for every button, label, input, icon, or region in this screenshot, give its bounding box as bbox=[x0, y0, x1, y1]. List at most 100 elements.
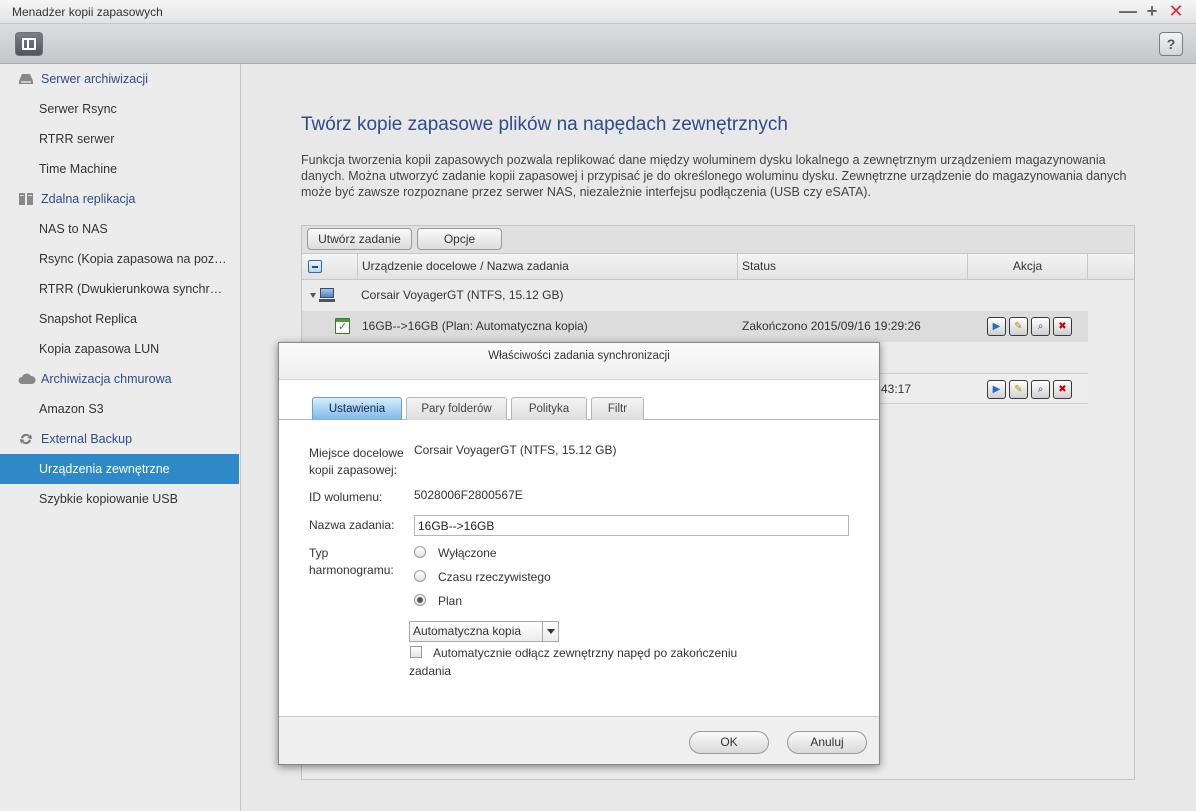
schedule-option-label: Plan bbox=[438, 594, 463, 608]
schedule-disabled-radio[interactable] bbox=[414, 546, 426, 558]
sidebar-item-external-devices[interactable]: Urządzenia zewnętrzne bbox=[0, 454, 239, 484]
server-icon bbox=[18, 72, 34, 86]
sidebar-item-label: Szybkie kopiowanie USB bbox=[39, 492, 178, 506]
sidebar-item-label: Kopia zapasowa LUN bbox=[39, 342, 160, 356]
sidebar-group-archive-server[interactable]: Serwer archiwizacji bbox=[0, 64, 239, 94]
sidebar-item-time-machine[interactable]: Time Machine bbox=[0, 154, 239, 184]
edit-icon[interactable]: ✎ bbox=[1009, 380, 1028, 399]
edit-icon[interactable]: ✎ bbox=[1009, 317, 1028, 336]
sidebar-group-external-backup[interactable]: External Backup bbox=[0, 424, 239, 454]
column-target[interactable]: Urządzenie docelowe / Nazwa zadania bbox=[358, 254, 738, 279]
device-name: Corsair VoyagerGT (NTFS, 15.12 GB) bbox=[361, 288, 564, 302]
cloud-icon bbox=[18, 372, 36, 386]
sidebar-group-label: Serwer archiwizacji bbox=[41, 72, 148, 86]
help-button[interactable]: ? bbox=[1159, 32, 1183, 56]
sidebar-item-usb-quick-copy[interactable]: Szybkie kopiowanie USB bbox=[0, 484, 239, 514]
sync-job-properties-dialog: Właściwości zadania synchronizacji Ustaw… bbox=[278, 342, 880, 765]
tab-settings[interactable]: Ustawienia bbox=[312, 397, 402, 420]
sidebar-item-label: Urządzenia zewnętrzne bbox=[39, 462, 170, 476]
sidebar-group-label: Zdalna replikacja bbox=[41, 192, 136, 206]
sidebar-item-rtrr[interactable]: RTRR (Dwukierunkowa synchronizacja) bbox=[0, 274, 239, 304]
options-button[interactable]: Opcje bbox=[417, 228, 502, 250]
plan-select[interactable]: Automatyczna kopia bbox=[409, 621, 559, 642]
sidebar-item-label: Serwer Rsync bbox=[39, 102, 117, 116]
schedule-option-label: Wyłączone bbox=[438, 546, 497, 560]
dialog-footer: OK Anuluj bbox=[279, 716, 879, 764]
sidebar-item-rsync[interactable]: Rsync (Kopia zapasowa na poziomie plików… bbox=[0, 244, 239, 274]
close-icon[interactable]: ✕ bbox=[1167, 2, 1185, 20]
sync-icon bbox=[18, 432, 34, 446]
plan-select-value: Automatyczna kopia bbox=[413, 624, 522, 638]
minimize-icon[interactable]: — bbox=[1119, 2, 1137, 20]
task-name: 16GB-->16GB (Plan: Automatyczna kopia) bbox=[362, 319, 588, 333]
sidebar-group-cloud-backup[interactable]: Archiwizacja chmurowa bbox=[0, 364, 239, 394]
cancel-button[interactable]: Anuluj bbox=[787, 731, 867, 754]
sidebar-item-amazon-s3[interactable]: Amazon S3 bbox=[0, 394, 239, 424]
table-row[interactable]: 16GB-->16GB (Plan: Automatyczna kopia) Z… bbox=[302, 311, 1088, 342]
ok-button[interactable]: OK bbox=[689, 731, 769, 754]
sidebar-item-label: Rsync (Kopia zapasowa na poziomie plików… bbox=[39, 252, 229, 266]
sidebar-group-label: External Backup bbox=[41, 432, 133, 446]
volume-id-label: ID wolumenu: bbox=[309, 490, 383, 504]
window-titlebar: Menadżer kopii zapasowych — + ✕ bbox=[0, 0, 1196, 24]
delete-icon[interactable]: ✖ bbox=[1053, 317, 1072, 336]
sidebar-item-label: RTRR serwer bbox=[39, 132, 115, 146]
column-status[interactable]: Status bbox=[738, 254, 968, 279]
device-row[interactable]: Corsair VoyagerGT (NTFS, 15.12 GB) bbox=[302, 280, 1088, 311]
page-description: Funkcja tworzenia kopii zapasowych pozwa… bbox=[301, 153, 1127, 199]
sidebar-item-label: RTRR (Dwukierunkowa synchronizacja) bbox=[39, 282, 229, 296]
sidebar-icon bbox=[22, 38, 36, 50]
expand-arrow-icon[interactable] bbox=[310, 293, 316, 298]
auto-detach-label: Automatycznie odłącz zewnętrzny napęd po… bbox=[409, 646, 738, 678]
dialog-title: Właściwości zadania synchronizacji bbox=[488, 350, 670, 362]
sidebar-item-rtrr-server[interactable]: RTRR serwer bbox=[0, 124, 239, 154]
dialog-header: Właściwości zadania synchronizacji bbox=[279, 343, 879, 380]
run-icon[interactable]: ▶ bbox=[987, 380, 1006, 399]
job-grid-header: Urządzenie docelowe / Nazwa zadania Stat… bbox=[302, 253, 1134, 280]
sidebar-item-label: Amazon S3 bbox=[39, 402, 104, 416]
task-status: Zakończono 2015/09/16 19:29:26 bbox=[742, 319, 921, 333]
task-status: 43:17 bbox=[881, 382, 912, 396]
toggle-sidebar-button[interactable] bbox=[15, 32, 43, 56]
sidebar-item-label: Snapshot Replica bbox=[39, 312, 137, 326]
dialog-tabs: Ustawienia Pary folderów Polityka Filtr bbox=[279, 380, 879, 420]
maximize-icon[interactable]: + bbox=[1143, 2, 1161, 20]
job-name-label: Nazwa zadania: bbox=[309, 518, 395, 532]
sidebar-group-remote-replication[interactable]: Zdalna replikacja bbox=[0, 184, 239, 214]
column-action[interactable]: Akcja bbox=[968, 254, 1088, 279]
collapse-column bbox=[302, 254, 358, 279]
sidebar-item-nas-to-nas[interactable]: NAS to NAS bbox=[0, 214, 239, 244]
computer-icon bbox=[319, 288, 335, 302]
label-line: kopii zapasowej: bbox=[309, 463, 398, 477]
schedule-realtime-radio[interactable] bbox=[414, 570, 426, 582]
backup-destination-value: Corsair VoyagerGT (NTFS, 15.12 GB) bbox=[414, 443, 617, 457]
schedule-type-label: Typ harmonogramu: bbox=[309, 545, 394, 579]
delete-icon[interactable]: ✖ bbox=[1053, 380, 1072, 399]
sidebar: Serwer archiwizacji Serwer Rsync RTRR se… bbox=[0, 64, 241, 811]
tab-policy[interactable]: Polityka bbox=[511, 397, 587, 420]
view-log-icon[interactable]: ⌕ bbox=[1031, 317, 1050, 336]
sidebar-item-label: NAS to NAS bbox=[39, 222, 108, 236]
job-name-input[interactable] bbox=[414, 515, 849, 536]
sidebar-item-rsync-server[interactable]: Serwer Rsync bbox=[0, 94, 239, 124]
sidebar-item-snapshot-replica[interactable]: Snapshot Replica bbox=[0, 304, 239, 334]
sidebar-item-lun-backup[interactable]: Kopia zapasowa LUN bbox=[0, 334, 239, 364]
run-icon[interactable]: ▶ bbox=[987, 317, 1006, 336]
view-log-icon[interactable]: ⌕ bbox=[1031, 380, 1050, 399]
label-line: Typ bbox=[309, 546, 329, 560]
collapse-all-icon[interactable] bbox=[308, 260, 322, 273]
tab-filter[interactable]: Filtr bbox=[591, 397, 644, 420]
replication-icon bbox=[18, 192, 34, 206]
page-title: Twórz kopie zapasowe plików na napędach … bbox=[301, 114, 788, 135]
app-toolbar: ? bbox=[0, 24, 1196, 64]
volume-id-value: 5028006F2800567E bbox=[414, 488, 523, 502]
label-line: harmonogramu: bbox=[309, 563, 394, 577]
create-job-button[interactable]: Utwórz zadanie bbox=[307, 228, 412, 250]
sidebar-item-label: Time Machine bbox=[39, 162, 118, 176]
schedule-plan-radio[interactable] bbox=[414, 594, 426, 606]
tab-folder-pairs[interactable]: Pary folderów bbox=[406, 397, 507, 420]
job-toolbar: Utwórz zadanie Opcje bbox=[302, 226, 1134, 253]
sidebar-group-label: Archiwizacja chmurowa bbox=[41, 372, 172, 386]
chevron-down-icon bbox=[542, 622, 558, 641]
window-title: Menadżer kopii zapasowych bbox=[12, 5, 163, 19]
